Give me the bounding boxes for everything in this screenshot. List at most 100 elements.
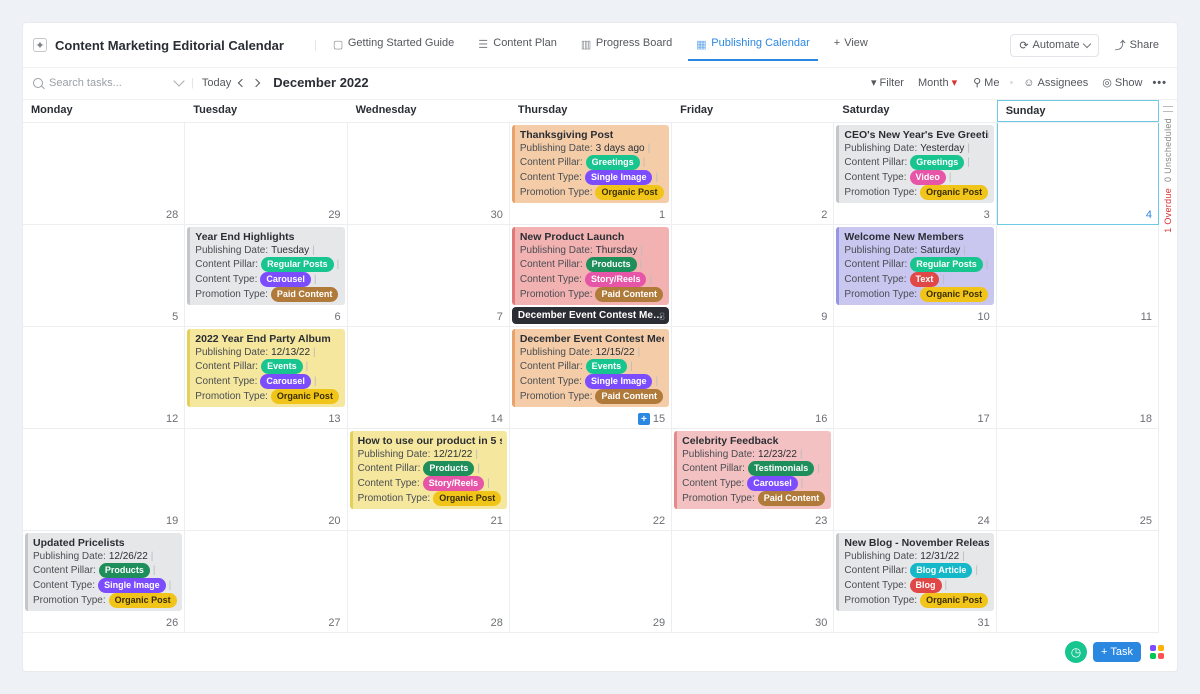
day-header: Sunday — [997, 100, 1159, 122]
day-number: 9 — [821, 311, 827, 323]
search-input[interactable]: Search tasks... — [33, 77, 183, 89]
task-card[interactable]: Celebrity FeedbackPublishing Date: 12/23… — [674, 431, 831, 509]
unscheduled-tab[interactable]: 0 Unscheduled — [1163, 118, 1173, 182]
next-month-button[interactable] — [252, 78, 260, 86]
task-card[interactable]: December Event Contest Mechan•••Publishi… — [512, 329, 669, 407]
add-task-cell-button[interactable]: + — [638, 413, 650, 425]
tab-publishing-calendar[interactable]: ▦Publishing Calendar — [688, 29, 817, 61]
chevron-down-icon — [173, 75, 184, 86]
board-icon: ▥ — [581, 38, 592, 49]
day-number: 30 — [815, 617, 827, 629]
calendar-cell[interactable]: 18 — [997, 327, 1159, 429]
task-card[interactable]: Thanksgiving PostPublishing Date: 3 days… — [512, 125, 669, 203]
calendar-cell[interactable]: 27 — [185, 531, 347, 633]
assignees-button[interactable]: ☺Assignees — [1019, 75, 1092, 91]
calendar-cell[interactable]: 11 — [997, 225, 1159, 327]
calendar-cell[interactable]: 28 — [348, 531, 510, 633]
calendar-cell[interactable]: 9 — [672, 225, 834, 327]
day-header: Thursday — [510, 100, 672, 122]
calendar-cell[interactable]: 30 — [672, 531, 834, 633]
day-header: Monday — [23, 100, 185, 122]
day-number: 12 — [166, 413, 178, 425]
calendar-cell[interactable]: Updated PricelistsPublishing Date: 12/26… — [23, 531, 185, 633]
day-number: 17 — [977, 413, 989, 425]
calendar-cell[interactable]: 2 — [672, 123, 834, 225]
calendar-grid: 282930Thanksgiving PostPublishing Date: … — [23, 123, 1159, 633]
calendar-cell[interactable]: 5 — [23, 225, 185, 327]
calendar-cell[interactable]: 29 — [510, 531, 672, 633]
calendar-cell[interactable]: 29 — [185, 123, 347, 225]
task-card[interactable]: 2022 Year End Party AlbumPublishing Date… — [187, 329, 344, 407]
tab-content-plan[interactable]: ☰Content Plan — [470, 29, 565, 61]
day-number: 3 — [984, 209, 990, 221]
task-card[interactable]: Updated PricelistsPublishing Date: 12/26… — [25, 533, 182, 611]
task-card[interactable]: New Blog - November ReleasePublishing Da… — [836, 533, 993, 611]
today-button[interactable]: Today — [202, 77, 231, 89]
overflow-task-pill[interactable]: December Event Contest Mechanics — [512, 307, 669, 324]
filter-button[interactable]: ▾Filter — [867, 74, 908, 91]
calendar-cell[interactable]: 30 — [348, 123, 510, 225]
task-card[interactable]: New Product LaunchPublishing Date: Thurs… — [512, 227, 669, 305]
calendar-cell[interactable]: December Event Contest Mechan•••Publishi… — [510, 327, 672, 429]
automate-button[interactable]: ⟳Automate — [1010, 34, 1098, 57]
calendar-cell[interactable]: New Blog - November ReleasePublishing Da… — [834, 531, 996, 633]
calendar-cell[interactable]: 17 — [834, 327, 996, 429]
show-button[interactable]: ◎Show — [1098, 74, 1146, 91]
calendar-cell[interactable]: New Product LaunchPublishing Date: Thurs… — [510, 225, 672, 327]
calendar-cell[interactable]: 12 — [23, 327, 185, 429]
calendar-cell[interactable]: 14 — [348, 327, 510, 429]
toolbar: Search tasks... | Today December 2022 ▾F… — [23, 68, 1177, 100]
calendar-cell[interactable]: Year End HighlightsPublishing Date: Tues… — [185, 225, 347, 327]
calendar-cell[interactable]: How to use our product in 5 simple stPub… — [348, 429, 510, 531]
tab-add-view[interactable]: +View — [826, 29, 876, 61]
calendar-cell[interactable]: 22 — [510, 429, 672, 531]
day-number: 28 — [166, 209, 178, 221]
tab-progress-board[interactable]: ▥Progress Board — [573, 29, 680, 61]
calendar-cell[interactable]: 28 — [23, 123, 185, 225]
add-task-button[interactable]: +Task — [1093, 642, 1141, 662]
day-number: 1 — [659, 209, 665, 221]
share-button[interactable]: ⤴Share — [1107, 33, 1167, 57]
calendar-cell[interactable]: 25 — [997, 429, 1159, 531]
calendar-cell[interactable]: 4 — [997, 123, 1159, 225]
calendar-cell[interactable]: Celebrity FeedbackPublishing Date: 12/23… — [672, 429, 834, 531]
share-icon: ⤴ — [1115, 37, 1126, 53]
day-number: 29 — [328, 209, 340, 221]
calendar-cell[interactable]: Welcome New MembersPublishing Date: Satu… — [834, 225, 996, 327]
day-number: 23 — [815, 515, 827, 527]
task-card[interactable]: Welcome New MembersPublishing Date: Satu… — [836, 227, 993, 305]
calendar-cell[interactable]: 16 — [672, 327, 834, 429]
quick-action-fab[interactable]: ◷ — [1065, 641, 1087, 663]
day-number: 24 — [977, 515, 989, 527]
calendar-cell[interactable]: Thanksgiving PostPublishing Date: 3 days… — [510, 123, 672, 225]
calendar-cell[interactable]: 20 — [185, 429, 347, 531]
calendar-cell[interactable]: 24 — [834, 429, 996, 531]
task-card[interactable]: How to use our product in 5 simple stPub… — [350, 431, 507, 509]
calendar-cell[interactable]: 2022 Year End Party AlbumPublishing Date… — [185, 327, 347, 429]
calendar-cell[interactable]: 7 — [348, 225, 510, 327]
day-number: 5 — [172, 311, 178, 323]
task-card[interactable]: Year End HighlightsPublishing Date: Tues… — [187, 227, 344, 305]
more-menu[interactable]: ••• — [1152, 77, 1167, 89]
apps-button[interactable] — [1147, 642, 1167, 662]
task-card[interactable]: CEO's New Year's Eve GreetingsPublishing… — [836, 125, 993, 203]
doc-icon: ▢ — [333, 38, 344, 49]
calendar-cell[interactable] — [997, 531, 1159, 633]
overdue-tab[interactable]: 1 Overdue — [1163, 188, 1173, 233]
gear-icon[interactable]: ✦ — [33, 38, 47, 52]
me-button[interactable]: ⚲Me — [969, 74, 1003, 91]
people-icon: ☺ — [1023, 77, 1034, 89]
clock-icon: ◷ — [1071, 645, 1081, 659]
day-number: 25 — [1140, 515, 1152, 527]
prev-month-button[interactable] — [238, 78, 246, 86]
day-number: 13 — [328, 413, 340, 425]
calendar-cell[interactable]: 19 — [23, 429, 185, 531]
drag-handle-icon[interactable] — [1163, 106, 1173, 112]
day-number: 7 — [497, 311, 503, 323]
plus-icon: + — [1101, 646, 1107, 658]
view-mode-select[interactable]: Month▾ — [914, 74, 963, 91]
day-number: 30 — [491, 209, 503, 221]
tab-getting-started[interactable]: ▢Getting Started Guide — [325, 29, 462, 61]
calendar-cell[interactable]: CEO's New Year's Eve GreetingsPublishing… — [834, 123, 996, 225]
day-header: Wednesday — [348, 100, 510, 122]
